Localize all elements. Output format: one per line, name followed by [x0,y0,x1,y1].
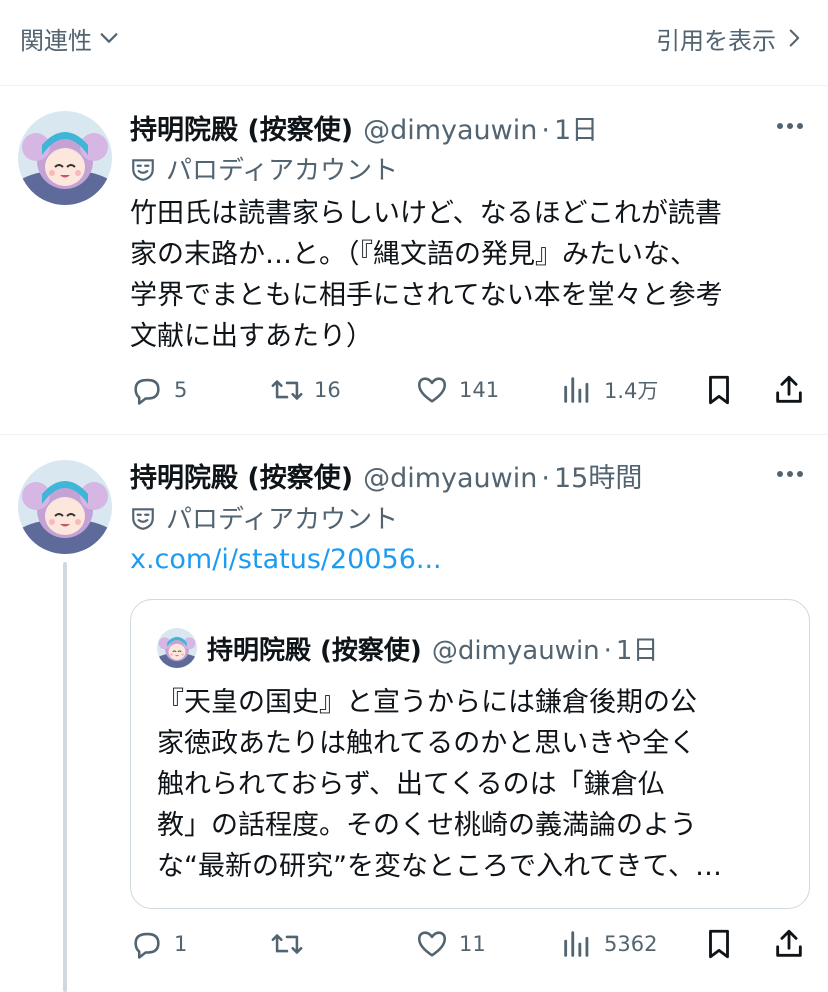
post-text: 竹田氏は読書家らしいけど、なるほどこれが読書 家の末路か…と。（『縄文語の発見』… [130,193,800,357]
quoted-display-name: 持明院殿 (按察使) [207,636,422,666]
parody-text: パロディアカウント [166,156,399,186]
post-text-line: 竹田氏は読書家らしいけど、なるほどこれが読書 [130,198,722,229]
like-icon [417,931,447,957]
views-count: 5362 [604,932,658,956]
timestamp[interactable]: 1日 [554,108,598,147]
repost-icon [271,380,303,400]
reply-icon [134,932,160,959]
avatar[interactable] [18,111,112,205]
replies-toolbar: 関連性 引用を表示 [0,0,828,86]
handle[interactable]: @dimyauwin [363,463,537,494]
action-bar: 5 16 141 1.4万 [130,370,810,410]
quoted-post[interactable]: 持明院殿 (按察使) @dimyauwin · 1日 『天皇の国史』と宣うからに… [130,599,810,909]
parody-text: パロディアカウント [166,505,399,535]
sort-label: 関連性 [20,26,92,55]
quoted-avatar [157,628,197,668]
quoted-handle: @dimyauwin [431,636,600,666]
share-button[interactable] [772,370,806,410]
like-icon [417,377,447,403]
post-header: 持明院殿 (按察使) @dimyauwin · 15時間 [130,456,642,495]
quoted-text: 『天皇の国史』と宣うからには鎌倉後期の公 家徳政あたりは触れてるのかと思いきや全… [157,682,787,887]
display-name[interactable]: 持明院殿 (按察使) [130,456,353,495]
bookmark-icon [709,375,729,405]
post[interactable]: 持明院殿 (按察使) @dimyauwin · 1日 パロディアカウント 竹田氏… [0,86,828,435]
share-icon [776,929,802,957]
post[interactable]: 持明院殿 (按察使) @dimyauwin · 15時間 パロディアカウント x… [0,435,828,992]
reply-count: 1 [174,932,188,956]
more-icon[interactable] [774,464,806,484]
quoted-text-line: な“最新の研究”を変なところで入れてきて、… [157,851,723,882]
repost-button[interactable]: 16 [270,370,341,410]
views-icon [564,377,589,403]
status-link[interactable]: x.com/i/status/20056... [130,544,442,575]
repost-button[interactable] [270,924,314,964]
like-button[interactable]: 11 [415,924,486,964]
bookmark-button[interactable] [702,924,736,964]
quoted-text-line: 家徳政あたりは触れてるのかと思いきや全く [157,728,697,759]
views-button[interactable]: 1.4万 [560,370,658,410]
separator-dot: · [603,636,612,666]
handle[interactable]: @dimyauwin [363,115,537,146]
reply-button[interactable]: 5 [130,370,187,410]
like-button[interactable]: 141 [415,370,499,410]
timestamp[interactable]: 15時間 [554,456,642,495]
quoted-timestamp: 1日 [615,636,659,666]
bookmark-button[interactable] [702,370,736,410]
like-count: 141 [459,378,500,402]
parody-mask-icon [132,158,154,181]
views-button[interactable]: 5362 [560,924,657,964]
thread-line [63,562,67,992]
display-name[interactable]: 持明院殿 (按察使) [130,108,353,147]
reply-count: 5 [174,378,188,402]
parody-label: パロディアカウント [130,150,398,187]
avatar[interactable] [18,460,112,554]
separator-dot: · [541,463,550,494]
quoted-text-line: 『天皇の国史』と宣うからには鎌倉後期の公 [157,687,697,718]
quoted-header: 持明院殿 (按察使) @dimyauwin · 1日 [207,630,658,667]
quoted-text-line: 触れられておらず、出てくるのは「鎌倉仏 [157,769,665,800]
view-quotes-label: 引用を表示 [656,26,776,55]
reply-button[interactable]: 1 [130,924,187,964]
post-text-line: 家の末路か…と。（『縄文語の発見』みたいな、 [130,239,697,270]
parody-mask-icon [132,507,154,530]
chevron-down-icon [100,33,118,43]
like-count: 11 [459,932,486,956]
separator-dot: · [541,115,550,146]
post-text-line: 学界でまともに相手にされてない本を堂々と参考 [130,280,723,311]
more-icon[interactable] [774,116,806,136]
quoted-text-line: 教」の話程度。そのくせ桃崎の義満論のよう [157,810,697,841]
reply-icon [134,378,160,405]
view-quotes-link[interactable]: 引用を表示 [656,20,804,56]
views-count: 1.4万 [604,379,659,403]
repost-icon [271,934,303,954]
share-icon [776,375,802,403]
post-text-line: 文献に出すあたり） [130,321,373,352]
sort-dropdown[interactable]: 関連性 [20,20,120,56]
post-header: 持明院殿 (按察使) @dimyauwin · 1日 [130,108,598,147]
share-button[interactable] [772,924,806,964]
repost-count: 16 [314,378,341,402]
parody-label: パロディアカウント [130,499,398,536]
chevron-right-icon [789,29,800,47]
action-bar: 1 11 5362 [130,924,810,964]
bookmark-icon [709,929,729,959]
views-icon [564,931,589,957]
